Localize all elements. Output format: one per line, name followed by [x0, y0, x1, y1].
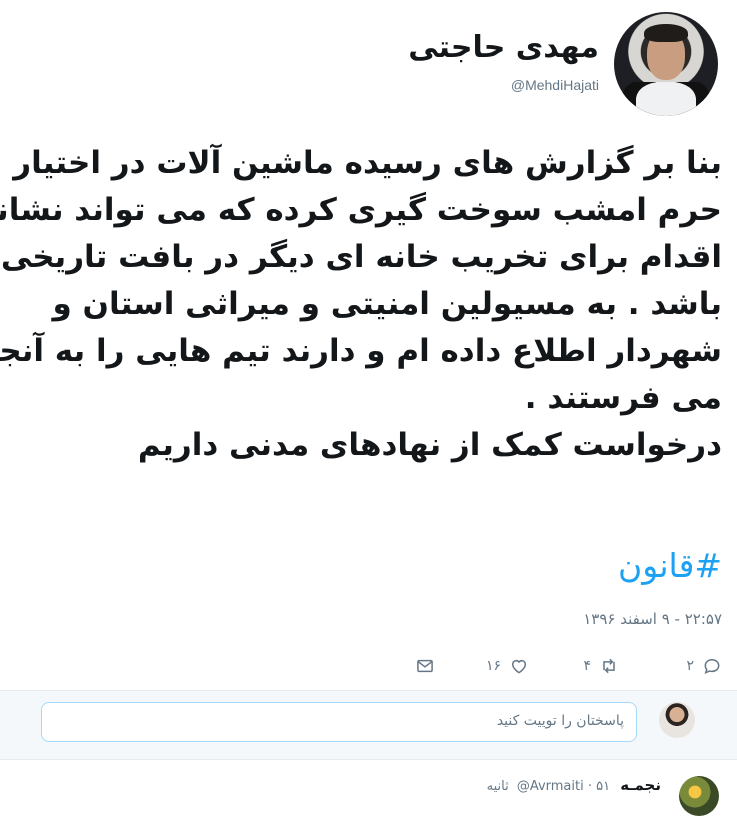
avatar-shirt: [636, 82, 696, 116]
tweet-body-line: باشد . به مسیولین امنیتی و میراثی استان …: [52, 286, 722, 322]
next-tweet-header: نجمـه @Avrmaiti · ۵۱ ثانیه: [487, 776, 661, 794]
retweet-icon: [603, 658, 615, 674]
reply-count: ۲: [686, 658, 694, 674]
tweet-body-line: حرم امشب سوخت گیری کرده که می تواند نشان…: [0, 192, 722, 228]
tweet-body-line: درخواست کمک از نهادهای مدنی داریم: [137, 427, 722, 463]
tweet-body-line: بنا بر گزارش های رسیده ماشین آلات در اخت…: [13, 145, 722, 181]
tweet-body-line: اقدام برای تخریب خانه ای دیگر در بافت تا…: [0, 239, 722, 275]
next-tweet-avatar[interactable]: [679, 776, 719, 816]
tweet-actions: ۲ ۴ ۱۶: [392, 655, 722, 677]
like-count: ۱۶: [485, 658, 501, 674]
author-avatar[interactable]: [614, 12, 718, 116]
tweet-body: بنا بر گزارش های رسیده ماشین آلات در اخت…: [0, 140, 722, 469]
hashtag-link[interactable]: #قانون: [618, 546, 722, 585]
reply-input[interactable]: پاسختان را توییت کنید: [41, 702, 637, 742]
reply-button[interactable]: ۲: [686, 655, 722, 677]
current-user-avatar[interactable]: [659, 702, 695, 738]
author-handle[interactable]: @MehdiHajati: [511, 77, 599, 93]
tweet-card: مهدی حاجتی @MehdiHajati بنا بر گزارش های…: [0, 0, 737, 680]
like-button[interactable]: ۱۶: [486, 655, 529, 677]
heart-icon: [512, 660, 526, 674]
next-tweet-name[interactable]: نجمـه: [620, 776, 661, 794]
author-display-name[interactable]: مهدی حاجتی: [408, 30, 599, 65]
retweet-button[interactable]: ۴: [583, 655, 619, 677]
separator-dot: ·: [587, 779, 593, 794]
envelope-icon: [417, 659, 433, 673]
tweet-body-line: می فرستند .: [524, 380, 722, 416]
tweet-timestamp[interactable]: ۲۲:۵۷ - ۹ اسفند ۱۳۹۶: [583, 610, 722, 628]
retweet-count: ۴: [583, 658, 591, 674]
avatar-hair: [644, 24, 688, 42]
direct-message-button[interactable]: [415, 655, 435, 677]
tweet-body-line: شهردار اطلاع داده ام و دارند تیم هایی را…: [0, 333, 722, 369]
reply-icon: [704, 658, 720, 674]
next-tweet-handle[interactable]: @Avrmaiti: [517, 779, 584, 794]
